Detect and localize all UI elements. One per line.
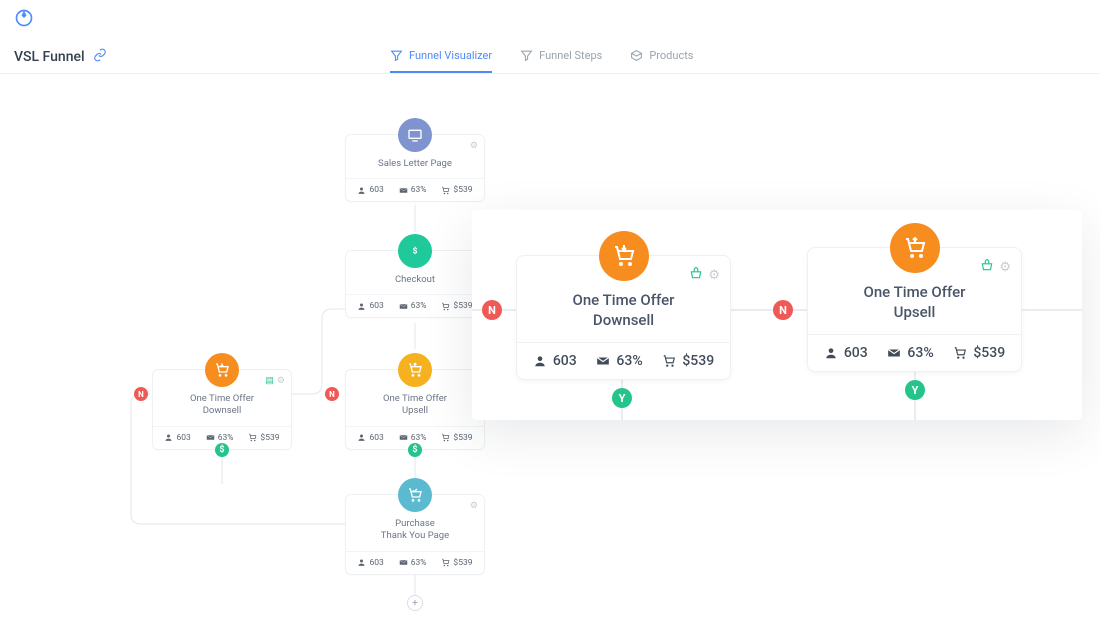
gear-icon[interactable]: ⚙ <box>277 376 285 386</box>
zoom-node-upsell[interactable]: ⚙ One Time OfferUpsell 603 63% $539 <box>807 247 1022 372</box>
node-stats: 603 63% $539 <box>346 294 484 317</box>
zoom-preview: ⚙ One Time OfferDownsell 603 63% $539 ⚙ … <box>472 210 1082 420</box>
zoom-badge-yes: Y <box>612 388 632 408</box>
gear-icon[interactable]: ⚙ <box>999 260 1011 275</box>
dollar-icon: $ <box>398 234 432 268</box>
tab-label: Funnel Visualizer <box>409 49 492 62</box>
cart-down-icon <box>599 231 649 281</box>
tab-funnel-visualizer[interactable]: Funnel Visualizer <box>390 40 492 73</box>
badge-split: $ <box>215 443 229 457</box>
basket-icon[interactable]: ▤ <box>265 376 274 386</box>
add-step-button[interactable]: + <box>407 595 423 611</box>
cart-up-icon <box>398 353 432 387</box>
zoom-node-title: One Time OfferDownsell <box>517 281 730 342</box>
cart-up-icon <box>890 223 940 273</box>
basket-icon[interactable] <box>980 258 994 276</box>
zoom-badge-no: N <box>482 300 502 320</box>
page-icon <box>398 118 432 152</box>
node-checkout[interactable]: $ Checkout 603 63% $539 <box>345 250 485 318</box>
node-title: One Time OfferUpsell <box>346 387 484 426</box>
link-icon[interactable] <box>93 47 107 66</box>
svg-text:$: $ <box>413 246 418 257</box>
zoom-node-stats: 603 63% $539 <box>808 334 1021 371</box>
node-title: One Time OfferDownsell <box>153 387 291 426</box>
gear-icon[interactable]: ⚙ <box>708 268 720 283</box>
zoom-node-downsell[interactable]: ⚙ One Time OfferDownsell 603 63% $539 <box>516 255 731 380</box>
tab-products[interactable]: Products <box>630 40 693 73</box>
node-title: PurchaseThank You Page <box>346 512 484 551</box>
zoom-node-title: One Time OfferUpsell <box>808 273 1021 334</box>
badge-no: N <box>134 387 148 401</box>
basket-icon[interactable] <box>689 266 703 284</box>
badge-no: N <box>325 387 339 401</box>
cart-down-icon <box>205 353 239 387</box>
page-header: VSL Funnel Funnel Visualizer Funnel Step… <box>0 40 1100 74</box>
zoom-badge-no: N <box>773 300 793 320</box>
node-upsell[interactable]: One Time OfferUpsell 603 63% $539 <box>345 369 485 450</box>
node-downsell[interactable]: ▤⚙ One Time OfferDownsell 603 63% $539 <box>152 369 292 450</box>
node-thankyou[interactable]: ⚙ PurchaseThank You Page 603 63% $539 <box>345 494 485 575</box>
app-logo[interactable] <box>14 8 34 32</box>
node-stats: 603 63% $539 <box>346 551 484 574</box>
zoom-badge-yes: Y <box>905 380 925 400</box>
badge-split: $ <box>408 443 422 457</box>
gear-icon[interactable]: ⚙ <box>470 501 478 511</box>
tab-funnel-steps[interactable]: Funnel Steps <box>520 40 602 73</box>
node-sales-letter[interactable]: ⚙ Sales Letter Page 603 63% $539 <box>345 134 485 202</box>
tab-bar: Funnel Visualizer Funnel Steps Products <box>390 40 693 73</box>
tab-label: Products <box>649 49 693 62</box>
cart-check-icon <box>398 478 432 512</box>
node-title: Checkout <box>346 268 484 294</box>
topbar <box>0 0 1100 40</box>
zoom-node-stats: 603 63% $539 <box>517 342 730 379</box>
gear-icon[interactable]: ⚙ <box>470 141 478 151</box>
tab-label: Funnel Steps <box>539 49 602 62</box>
node-stats: 603 63% $539 <box>346 178 484 201</box>
page-title: VSL Funnel <box>14 49 85 65</box>
node-title: Sales Letter Page <box>346 152 484 178</box>
